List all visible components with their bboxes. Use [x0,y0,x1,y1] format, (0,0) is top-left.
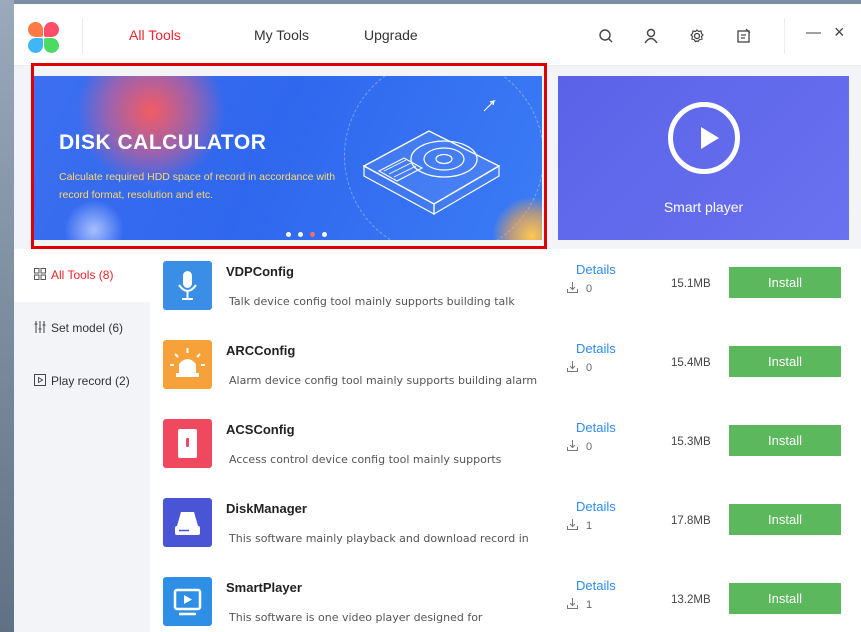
door-icon [163,419,212,468]
download-count: 1 [567,598,592,611]
tool-description: Talk device config tool mainly supports … [229,295,515,308]
tool-name: VDPConfig [226,264,294,279]
tool-description: Alarm device config tool mainly supports… [229,374,538,387]
grid-icon [34,268,46,280]
search-icon[interactable] [596,26,616,46]
play-icon [668,102,740,174]
download-icon [567,519,578,530]
download-count-value: 1 [586,520,593,532]
player-icon [163,577,212,626]
install-button[interactable]: Install [729,346,841,377]
tool-description: This software mainly playback and downlo… [229,532,529,545]
download-count: 1 [567,519,592,532]
download-count: 0 [567,282,592,295]
download-icon [567,440,578,451]
smart-player-label: Smart player [663,199,744,215]
sidebar-item-all-tools[interactable]: All Tools (8) [14,249,150,302]
highlight-box [31,63,547,249]
list-item: VDPConfig Talk device config tool mainly… [150,249,861,328]
download-count-value: 0 [586,283,593,295]
details-link[interactable]: Details [576,499,616,514]
title-bar: All Tools My Tools Upgrade — × [14,4,861,66]
alarm-icon [163,340,212,389]
tool-name: DiskManager [226,501,307,516]
disk-icon [163,498,212,547]
download-icon [567,282,578,293]
install-button[interactable]: Install [729,504,841,535]
tool-name: SmartPlayer [226,580,302,595]
file-size: 17.8MB [671,515,711,527]
list-item: ACSConfig Access control device config t… [150,407,861,486]
sidebar-item-label: All Tools (8) [51,268,114,282]
file-size: 13.2MB [671,594,711,606]
install-button[interactable]: Install [729,583,841,614]
download-count: 0 [567,440,592,453]
tool-name: ARCConfig [226,343,296,358]
sidebar-item-set-model[interactable]: Set model (6) [14,302,150,355]
minimize-icon[interactable]: — [806,24,826,44]
microphone-icon [163,261,212,310]
file-size: 15.3MB [671,436,711,448]
divider [82,18,83,54]
download-count-value: 0 [586,362,593,374]
tool-name: ACSConfig [226,422,295,437]
tab-all-tools[interactable]: All Tools [129,27,181,43]
list-item: ARCConfig Alarm device config tool mainl… [150,328,861,407]
details-link[interactable]: Details [576,341,616,356]
install-button[interactable]: Install [729,267,841,298]
download-count: 0 [567,361,592,374]
notes-icon[interactable] [734,26,754,46]
desktop-background-left [0,0,14,632]
download-count-value: 1 [586,599,593,611]
tool-description: This software is one video player design… [229,611,483,624]
list-item: DiskManager This software mainly playbac… [150,486,861,565]
sidebar-item-label: Play record (2) [51,374,130,388]
gear-icon[interactable] [687,26,707,46]
play-record-icon [34,374,46,386]
tool-list: VDPConfig Talk device config tool mainly… [150,249,861,632]
download-count-value: 0 [586,441,593,453]
sidebar-item-play-record[interactable]: Play record (2) [14,355,150,408]
details-link[interactable]: Details [576,262,616,277]
file-size: 15.4MB [671,357,711,369]
app-logo [28,22,60,54]
details-link[interactable]: Details [576,578,616,593]
details-link[interactable]: Details [576,420,616,435]
tab-my-tools[interactable]: My Tools [254,27,309,43]
tool-description: Access control device config tool mainly… [229,453,502,466]
divider [784,18,785,54]
sliders-icon [34,321,46,333]
category-sidebar: All Tools (8) Set model (6) Play record … [14,249,150,632]
file-size: 15.1MB [671,278,711,290]
download-icon [567,361,578,372]
smart-player-card[interactable]: Smart player [558,76,849,240]
tab-upgrade[interactable]: Upgrade [364,27,418,43]
close-icon[interactable]: × [834,22,854,42]
download-icon [567,598,578,609]
install-button[interactable]: Install [729,425,841,456]
list-item: SmartPlayer This software is one video p… [150,565,861,632]
app-window: All Tools My Tools Upgrade — × DISK CALC… [14,4,861,632]
sidebar-item-label: Set model (6) [51,321,124,335]
user-icon[interactable] [641,26,661,46]
